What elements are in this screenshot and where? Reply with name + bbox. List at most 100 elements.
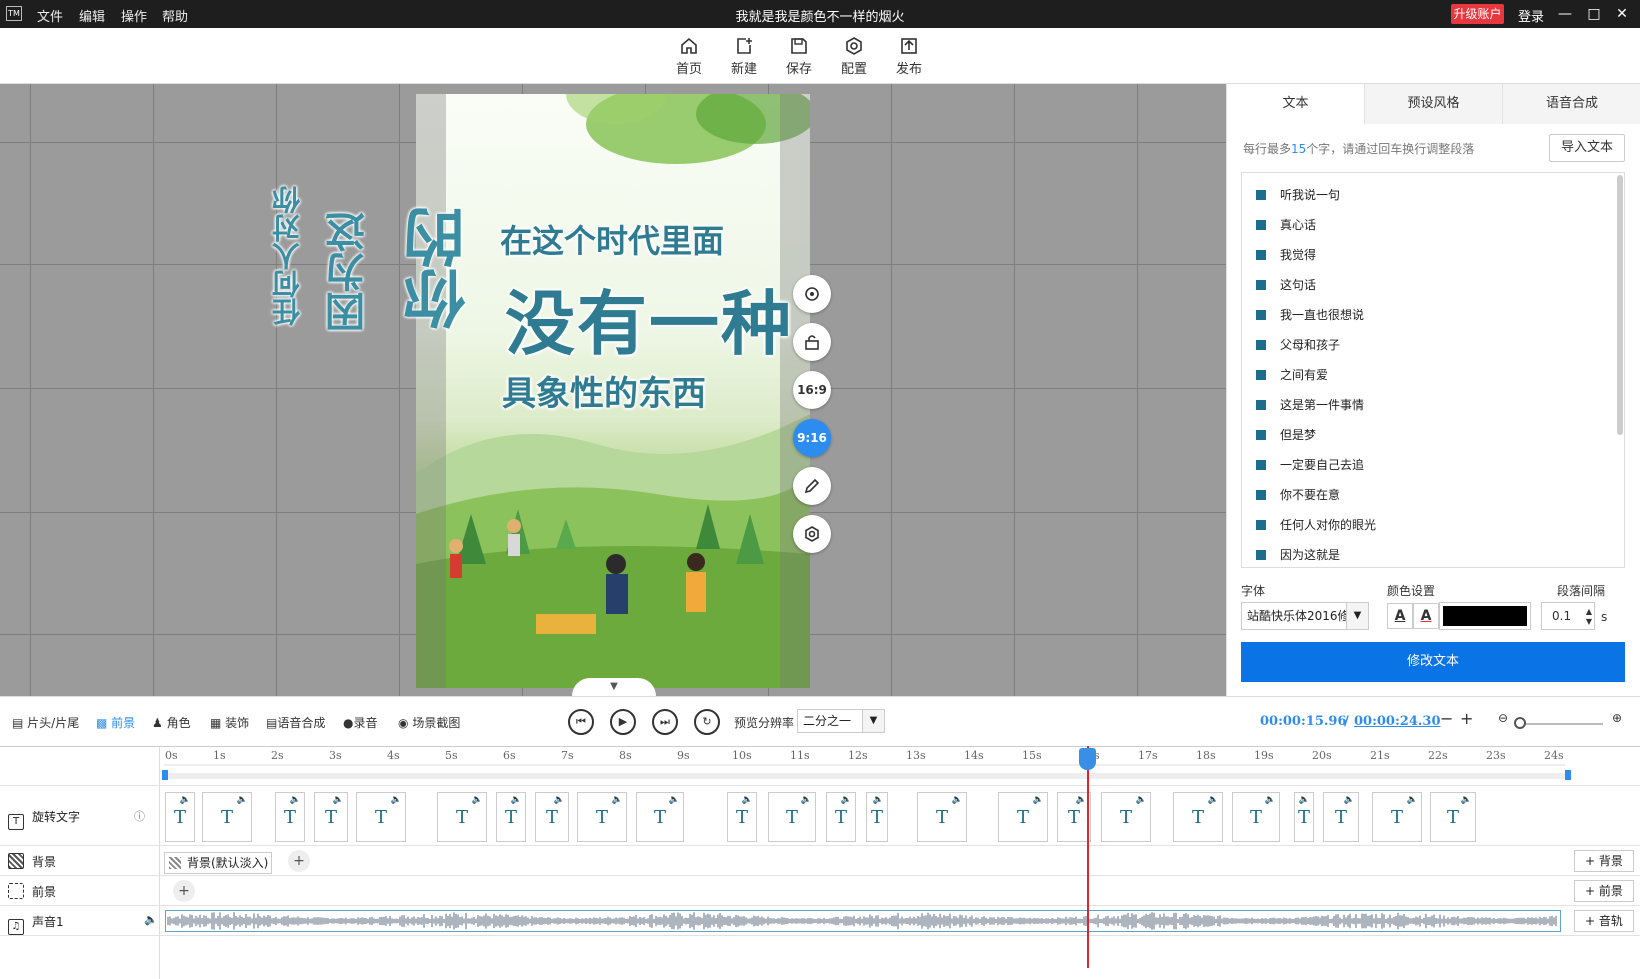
- text-line-item[interactable]: 父母和孩子: [1256, 335, 1340, 355]
- text-clip[interactable]: 🔈 T: [1232, 792, 1280, 842]
- ratio-16-9-button[interactable]: 16:9: [793, 371, 831, 409]
- zoom-in-icon[interactable]: ⊕: [1612, 711, 1622, 725]
- settings-button[interactable]: [793, 515, 831, 553]
- text-clip[interactable]: 🔈 T: [998, 792, 1048, 842]
- text-clip[interactable]: 🔈 T: [437, 792, 487, 842]
- text-clip[interactable]: 🔈 T: [636, 792, 684, 842]
- volume-icon[interactable]: 🔈: [144, 913, 158, 926]
- timeline-end-marker[interactable]: [1565, 770, 1571, 780]
- text-clip[interactable]: 🔈 T: [314, 792, 348, 842]
- text-clip[interactable]: 🔈 T: [917, 792, 967, 842]
- stepper-down-icon[interactable]: ▼: [1586, 617, 1592, 627]
- vertical-text-2[interactable]: 因为这: [320, 92, 378, 332]
- tab-preset-style[interactable]: 预设风格: [1365, 84, 1503, 124]
- text-clip[interactable]: 🔈 T: [535, 792, 569, 842]
- help-icon[interactable]: ⓘ: [134, 808, 145, 824]
- text-clip[interactable]: 🔈 T: [356, 792, 406, 842]
- duration-increase-icon[interactable]: +: [1460, 709, 1473, 728]
- add-foreground-clip-icon[interactable]: +: [173, 880, 195, 902]
- text-line-item[interactable]: 我觉得: [1256, 245, 1316, 265]
- text-line-item[interactable]: 真心话: [1256, 215, 1316, 235]
- tab-speech-synthesis[interactable]: 语音合成: [1503, 84, 1640, 124]
- text-line-item[interactable]: 你不要在意: [1256, 485, 1340, 505]
- text-clip[interactable]: 🔈 T: [496, 792, 526, 842]
- text-line-list[interactable]: 听我说一句 真心话 我觉得 这句话 我一直也很想说 父母和孩子 之间有爱 这是第…: [1241, 172, 1625, 568]
- playhead-handle[interactable]: [1079, 748, 1096, 770]
- editor-canvas[interactable]: 任何人对你 因为这 你的 在这个时代里面 没有一种 具象性的东西 16:9 9:…: [0, 84, 1226, 696]
- edit-button[interactable]: [793, 467, 831, 505]
- text-clip[interactable]: 🔈 T: [1294, 792, 1314, 842]
- import-text-button[interactable]: 导入文本: [1549, 134, 1625, 162]
- text-clip[interactable]: 🔈 T: [165, 792, 195, 842]
- home-button[interactable]: 首页: [664, 36, 714, 77]
- spacing-stepper[interactable]: 0.1 ▲ ▼: [1541, 602, 1595, 630]
- text-line-item[interactable]: 任何人对你的眼光: [1256, 515, 1376, 535]
- ratio-9-16-button[interactable]: 9:16: [793, 419, 831, 457]
- text-list-scrollbar[interactable]: [1617, 175, 1623, 435]
- color-swatch[interactable]: [1439, 602, 1531, 630]
- text-clip[interactable]: 🔈 T: [1372, 792, 1422, 842]
- text-clip[interactable]: 🔈 T: [768, 792, 816, 842]
- text-line-item[interactable]: 这句话: [1256, 275, 1316, 295]
- add-foreground-button[interactable]: + 前景: [1574, 880, 1634, 902]
- caption-line-1[interactable]: 在这个时代里面: [500, 216, 724, 262]
- caption-line-3[interactable]: 具象性的东西: [502, 366, 706, 415]
- add-background-clip-icon[interactable]: +: [288, 850, 310, 872]
- background-clip[interactable]: 背景(默认淡入): [164, 852, 272, 874]
- upgrade-account-button[interactable]: 升级账户: [1451, 4, 1504, 24]
- audio-waveform[interactable]: [165, 910, 1561, 932]
- modify-text-button[interactable]: 修改文本: [1241, 642, 1625, 682]
- tab-record[interactable]: ●录音: [343, 714, 378, 731]
- stroke-color-a-icon[interactable]: A: [1413, 603, 1439, 629]
- preview-resolution-select[interactable]: 二分之一 ▼: [797, 709, 885, 733]
- stepper-up-icon[interactable]: ▲: [1586, 607, 1592, 617]
- login-link[interactable]: 登录: [1518, 6, 1544, 25]
- minimize-icon[interactable]: —: [1555, 4, 1575, 24]
- text-line-item[interactable]: 这是第一件事情: [1256, 395, 1364, 415]
- vertical-text-3[interactable]: 你的: [395, 84, 485, 330]
- tab-text[interactable]: 文本: [1227, 84, 1365, 124]
- play-icon[interactable]: ▶: [610, 709, 636, 735]
- text-clip[interactable]: 🔈 T: [1430, 792, 1476, 842]
- text-line-item[interactable]: 一定要自己去追: [1256, 455, 1364, 475]
- text-clip[interactable]: 🔈 T: [727, 792, 757, 842]
- timeline-start-marker[interactable]: [162, 770, 168, 780]
- zoom-slider-handle[interactable]: [1514, 717, 1526, 729]
- rotate-button[interactable]: [793, 275, 831, 313]
- zoom-out-icon[interactable]: ⊖: [1498, 711, 1508, 725]
- text-clip[interactable]: 🔈 T: [826, 792, 856, 842]
- total-time[interactable]: 00:00:24.30: [1354, 714, 1441, 729]
- time-ruler[interactable]: 0s 1s 2s 3s 4s 5s 6s 7s 8s 9s 10s 11s 12…: [160, 747, 1570, 785]
- text-clip[interactable]: 🔈 T: [202, 792, 252, 842]
- publish-button[interactable]: 发布: [884, 36, 934, 77]
- text-line-item[interactable]: 我一直也很想说: [1256, 305, 1364, 325]
- zoom-slider[interactable]: [1517, 723, 1603, 725]
- playhead-line[interactable]: [1087, 746, 1089, 968]
- tab-foreground[interactable]: ▩ 前景: [96, 714, 135, 731]
- tab-scene-screenshot[interactable]: ◉ 场景截图: [398, 714, 460, 731]
- text-clip[interactable]: 🔈 T: [577, 792, 627, 842]
- add-audio-track-button[interactable]: + 音轨: [1574, 910, 1634, 932]
- text-color-a-icon[interactable]: A: [1387, 603, 1413, 629]
- add-background-button[interactable]: + 背景: [1574, 850, 1634, 872]
- text-clip[interactable]: 🔈 T: [1173, 792, 1223, 842]
- text-line-item[interactable]: 因为这就是: [1256, 545, 1340, 565]
- save-button[interactable]: 保存: [774, 36, 824, 77]
- duration-decrease-icon[interactable]: −: [1440, 709, 1453, 728]
- config-button[interactable]: 配置: [829, 36, 879, 77]
- text-clip[interactable]: 🔈 T: [866, 792, 888, 842]
- lock-button[interactable]: [793, 323, 831, 361]
- next-icon[interactable]: ⏭: [652, 709, 678, 735]
- previous-icon[interactable]: ⏮: [568, 709, 594, 735]
- vertical-text-1[interactable]: 任何人对你: [268, 86, 308, 326]
- text-clip[interactable]: 🔈 T: [1323, 792, 1359, 842]
- close-icon[interactable]: ✕: [1612, 4, 1632, 24]
- tab-character[interactable]: ♟ 角色: [152, 714, 191, 731]
- caption-line-2[interactable]: 没有一种: [505, 268, 793, 369]
- collapse-canvas-toggle[interactable]: ▼: [572, 678, 656, 696]
- font-select[interactable]: 站酷快乐体2016修 ▼: [1241, 602, 1369, 630]
- text-clip[interactable]: 🔈 T: [275, 792, 305, 842]
- text-line-item[interactable]: 但是梦: [1256, 425, 1316, 445]
- replay-icon[interactable]: ↻: [694, 709, 720, 735]
- tab-decoration[interactable]: ▦ 装饰: [210, 714, 249, 731]
